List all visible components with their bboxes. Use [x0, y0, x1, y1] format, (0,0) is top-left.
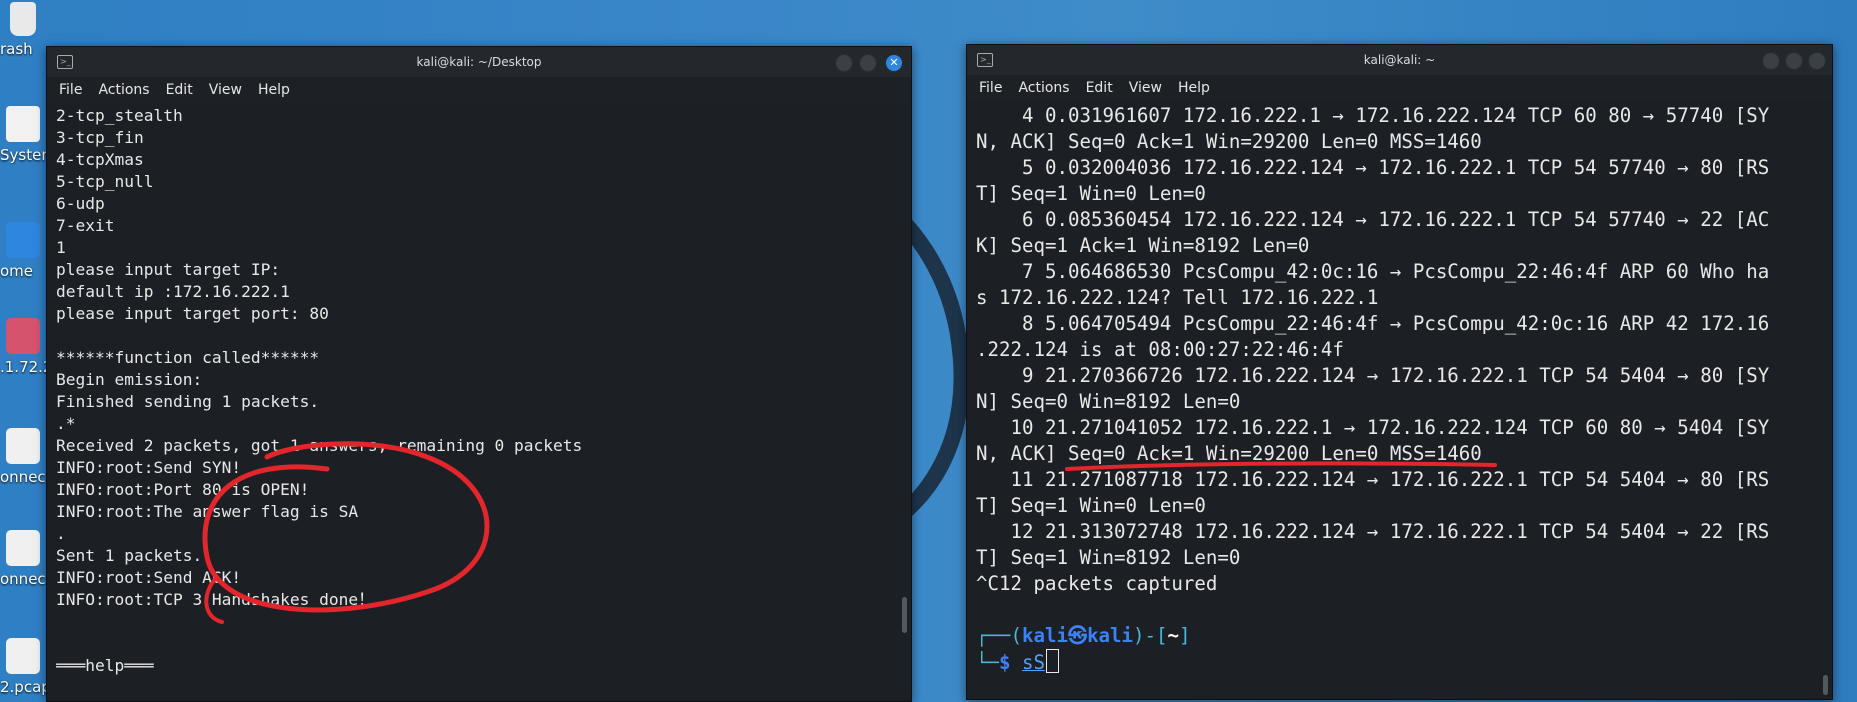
terminal-line: T] Seq=1 Win=0 Len=0: [976, 182, 1206, 205]
scrollbar[interactable]: [902, 597, 907, 633]
terminal-line: default ip :172.16.222.1: [56, 282, 290, 301]
desktop-icon-label: ome: [0, 262, 34, 280]
terminal-line: s 172.16.222.124? Tell 172.16.222.1: [976, 286, 1379, 309]
menu-bar: File Actions Edit View Help: [967, 75, 1832, 101]
trash-icon: [10, 2, 36, 36]
desktop-icon-network-share[interactable]: .1.72.2.: [0, 318, 46, 376]
right-terminal-window[interactable]: >_ kali@kali: ~ File Actions Edit View H…: [966, 44, 1833, 700]
scrollbar[interactable]: [1823, 675, 1828, 695]
desktop-icon-label: onnec...: [0, 468, 46, 486]
terminal-line: 12 21.313072748 172.16.222.124 → 172.16.…: [976, 520, 1770, 543]
terminal-line: Begin emission:: [56, 370, 203, 389]
desktop-icon-label: System: [0, 146, 46, 164]
terminal-line: N, ACK] Seq=0 Ack=1 Win=29200 Len=0 MSS=…: [976, 130, 1482, 153]
desktop-icon-label: onnec...: [0, 570, 46, 588]
minimize-button[interactable]: [835, 54, 853, 72]
desktop-icon-binary-file[interactable]: onnec...: [0, 530, 46, 588]
terminal-line: 1: [56, 238, 66, 257]
disk-icon: [6, 106, 40, 142]
terminal-line: 6 0.085360454 172.16.222.124 → 172.16.22…: [976, 208, 1770, 231]
terminal-line: 7 5.064686530 PcsCompu_42:0c:16 → PcsCom…: [976, 260, 1770, 283]
desktop-icon-home[interactable]: ome: [0, 222, 46, 280]
prompt-user: kali: [1021, 624, 1068, 647]
terminal-line: 5 0.032004036 172.16.222.124 → 172.16.22…: [976, 156, 1770, 179]
prompt-input-line[interactable]: └─$ sS: [976, 649, 1812, 675]
menu-bar: File Actions Edit View Help: [47, 77, 911, 103]
menu-help[interactable]: Help: [1178, 80, 1210, 96]
terminal-line: 5-tcp_null: [56, 172, 154, 191]
terminal-line: 3-tcp_fin: [56, 128, 144, 147]
terminal-line: 4-tcpXmas: [56, 150, 144, 169]
menu-view[interactable]: View: [209, 82, 242, 98]
prompt-close: ]: [1179, 624, 1191, 647]
terminal-line: .222.124 is at 08:00:27:22:46:4f: [976, 338, 1344, 361]
terminal-output[interactable]: 4 0.031961607 172.16.222.1 → 172.16.222.…: [976, 103, 1812, 695]
menu-help[interactable]: Help: [258, 82, 290, 98]
desktop-icon-system[interactable]: System: [0, 106, 46, 164]
left-terminal-window[interactable]: >_ kali@kali: ~/Desktop ✕ File Actions E…: [46, 46, 912, 702]
desktop-icon-label: .1.72.2.: [0, 358, 46, 376]
prompt-line: ┌──(kali㉿kali)-[~]: [976, 623, 1812, 649]
terminal-line: 9 21.270366726 172.16.222.124 → 172.16.2…: [976, 364, 1770, 387]
terminal-line: 7-exit: [56, 216, 115, 235]
terminal-line: 10 21.271041052 172.16.222.1 → 172.16.22…: [976, 416, 1770, 439]
menu-actions[interactable]: Actions: [98, 82, 149, 98]
terminal-line: N] Seq=0 Win=8192 Len=0: [976, 390, 1241, 413]
terminal-line: T] Seq=1 Win=8192 Len=0: [976, 546, 1241, 569]
minimize-button[interactable]: [1762, 52, 1780, 70]
prompt-mid: )-[: [1133, 624, 1168, 647]
desktop-icon-label: rash: [0, 40, 33, 58]
prompt-open: ┌──(: [976, 624, 1022, 647]
annotation-underline: [1065, 461, 1497, 471]
terminal-line: T] Seq=1 Win=0 Len=0: [976, 494, 1206, 517]
annotation-circle: [202, 441, 490, 624]
prompt-at: ㉿: [1067, 624, 1088, 647]
menu-view[interactable]: View: [1129, 80, 1162, 96]
terminal-line: please input target IP:: [56, 260, 281, 279]
window-title: kali@kali: ~: [1363, 53, 1436, 67]
menu-file[interactable]: File: [59, 82, 82, 98]
title-bar[interactable]: >_ kali@kali: ~/Desktop ✕: [47, 47, 911, 77]
maximize-button[interactable]: [859, 54, 877, 72]
desktop-icon-trash[interactable]: rash: [0, 2, 46, 58]
desktop-icon-pcap[interactable]: 2.pcap: [0, 638, 46, 696]
debian-folder-icon: [6, 318, 40, 354]
prompt-host: kali: [1087, 624, 1134, 647]
command-input[interactable]: sS: [1022, 651, 1045, 674]
desktop-icon-label: 2.pcap: [0, 678, 46, 696]
menu-edit[interactable]: Edit: [166, 82, 193, 98]
terminal-line: K] Seq=1 Ack=1 Win=8192 Len=0: [976, 234, 1310, 257]
terminal-line: please input target port: 80: [56, 304, 329, 323]
terminal-line: 8 5.064705494 PcsCompu_22:46:4f → PcsCom…: [976, 312, 1770, 335]
close-button[interactable]: [1808, 52, 1826, 70]
locked-binary-file-icon: [6, 530, 40, 566]
terminal-line: ^C12 packets captured: [976, 572, 1218, 595]
title-bar[interactable]: >_ kali@kali: ~: [967, 45, 1832, 75]
terminal-line: ═══help═══: [56, 656, 154, 675]
terminal-line: 2-tcp_stealth: [56, 106, 183, 125]
prompt-line2: └─: [976, 651, 999, 674]
menu-edit[interactable]: Edit: [1086, 80, 1113, 96]
terminal-line: Finished sending 1 packets.: [56, 392, 320, 411]
terminal-line: 6-udp: [56, 194, 105, 213]
menu-file[interactable]: File: [979, 80, 1002, 96]
pcap-file-icon: [6, 638, 40, 674]
prompt-dollar: $: [999, 651, 1011, 674]
python-file-icon: [6, 428, 40, 464]
close-button[interactable]: ✕: [885, 54, 903, 72]
window-title: kali@kali: ~/Desktop: [416, 55, 542, 69]
terminal-line: 4 0.031961607 172.16.222.1 → 172.16.222.…: [976, 104, 1770, 127]
home-folder-icon: [6, 222, 40, 258]
menu-actions[interactable]: Actions: [1018, 80, 1069, 96]
terminal-line: ******function called******: [56, 348, 320, 367]
prompt-dir: ~: [1167, 624, 1180, 647]
text-cursor: [1046, 649, 1059, 673]
maximize-button[interactable]: [1785, 52, 1803, 70]
desktop-icon-python-script[interactable]: onnec...: [0, 428, 46, 486]
